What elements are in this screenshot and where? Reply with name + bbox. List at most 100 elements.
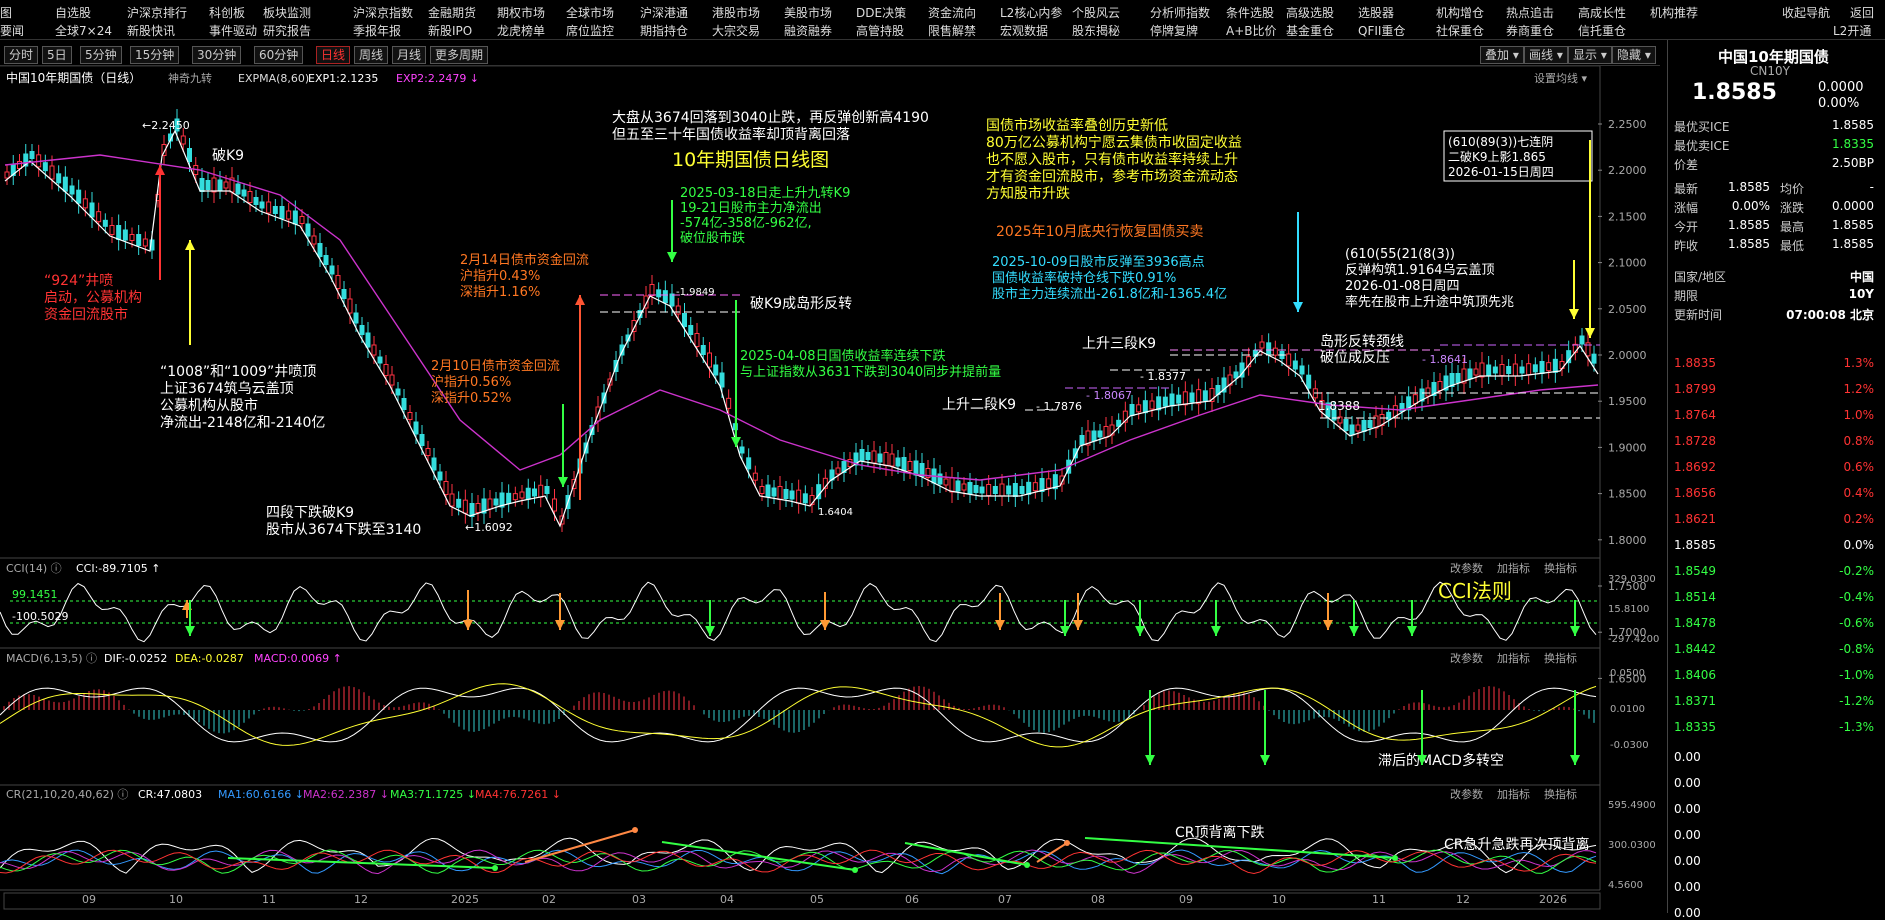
volume-zero: 0.00 [1674,906,1701,920]
candle [1579,335,1585,345]
candle [796,489,802,504]
candle [425,448,431,456]
candle [656,289,662,298]
cci-arrow [820,620,830,630]
volume-zero: 0.00 [1674,776,1701,790]
cci-label: CCI(14) ⓘ [6,562,62,575]
cci-arrow [1073,620,1083,630]
quote-price: 1.8585 [1692,80,1777,105]
candle [1189,392,1195,403]
y-tick: 1.8500 [1608,488,1647,501]
macd-dea: DEA:-0.0287 [175,652,244,665]
candle [1196,389,1202,405]
candle [877,453,883,463]
quote-row-label: 最优买ICE [1674,120,1730,134]
candle [407,412,413,420]
candle [180,135,186,145]
x-tick: 12 [1456,893,1470,906]
menu-item[interactable]: 返回 [1850,4,1874,21]
cci-arrow [1135,626,1145,636]
y-tick: 0.0500 [1610,668,1645,679]
candle [1455,373,1461,383]
annotation-text: 2025年10月底央行恢复国债买卖 [996,223,1203,240]
candle [973,485,979,493]
arrow-down [558,477,568,487]
candle [802,493,808,504]
candle [1202,390,1208,402]
scrollbar[interactable] [3,892,1601,910]
candle [1343,419,1349,431]
ladder-price: 1.8371 [1674,694,1716,708]
high-label: ←2.2450 [142,119,190,132]
cci-arrow [1323,620,1333,630]
candle [1306,374,1312,389]
pane-button: 改参数 [1450,561,1483,575]
level-label: - 1.8641 [1422,353,1468,366]
candle [389,374,395,386]
candle [211,177,217,193]
annotation-text: 深指升0.52% [431,391,511,406]
candle [955,480,961,492]
x-tick: 08 [1091,893,1105,906]
candle [1169,393,1175,407]
pane-button: 加指标 [1497,787,1530,801]
annotation-text: 2月10日债市资金回流 [431,358,560,374]
cci-arrow [705,626,715,636]
info-value: 10Y [1848,287,1874,301]
candle [675,305,681,315]
candle [279,206,285,219]
expma-label: EXPMA(8,60) [238,72,309,85]
menu-item[interactable]: 收起导航 [1782,4,1830,21]
cr-note: CR急升急跌再次顶背离 [1444,836,1590,853]
cr-trend-head [492,865,498,871]
candle [913,460,919,476]
candle [247,191,253,203]
candle [871,450,877,464]
ladder-pct: -0.8% [1839,642,1874,656]
pane-button: 加指标 [1497,651,1530,665]
annotation-text: 破位股市跌 [680,230,745,246]
cr-trend [1084,837,1396,859]
candle [1552,358,1558,373]
candle [1292,360,1298,370]
level-label: - 1.8067 [1086,389,1132,402]
candle [76,189,82,204]
annotation-text: 上证3674筑乌云盖顶 [160,381,294,397]
candle [377,356,383,364]
kline-chart[interactable]: 中国10年期国债（日线） 神奇九转 EXPMA(8,60)EXP1:2.1235 EX… [0,0,1660,913]
ladder-price: 1.8799 [1674,382,1716,396]
grid-value: 0.00% [1731,199,1770,213]
candle [199,178,205,192]
candle [395,388,401,396]
chart-heading: 10年期国债日线图 [672,149,829,171]
pane-button: 改参数 [1450,651,1483,665]
candle [1097,430,1103,438]
cr-trend-head [1064,840,1070,846]
grid-value: 1.8585 [1728,218,1770,232]
grid-label: 最新 [1674,182,1699,196]
volume-zero: 0.00 [1674,854,1701,868]
candle [937,473,943,485]
menu-item[interactable]: L2开通 [1833,22,1871,39]
candle [413,421,419,435]
candle [1361,420,1367,432]
level-label: -1.9849 [676,287,715,298]
candle [1526,363,1532,376]
annotation-text: 启动，公募机构 [44,290,142,306]
x-tick: 06 [905,893,919,906]
cci-arrow [1060,626,1070,636]
cci-arrow [995,620,1005,630]
candle [719,372,725,388]
candle [889,453,895,467]
ladder-price: 1.8621 [1674,512,1716,526]
candle [259,201,265,209]
cci-note: CCI法则 [1438,579,1512,603]
candle [883,452,889,466]
candle [1486,364,1492,376]
x-tick: 2026 [1539,893,1567,906]
candle [371,344,377,356]
candle [359,325,365,335]
candle [1149,400,1155,410]
candle [431,457,437,471]
y-tick: 15.8100 [1608,604,1649,615]
